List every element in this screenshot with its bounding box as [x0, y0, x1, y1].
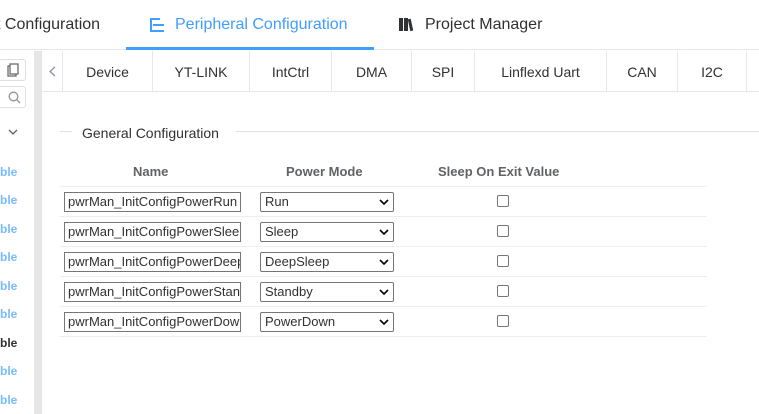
fieldset-border [60, 131, 72, 132]
sidebar-copy-button[interactable] [0, 59, 26, 81]
tab-project-manager-label: Project Manager [425, 16, 543, 33]
power-mode-value: DeepSleep [265, 254, 330, 269]
search-icon [8, 91, 21, 104]
sleep-on-exit-checkbox[interactable] [497, 315, 509, 327]
sidebar-item[interactable]: ble [0, 222, 17, 236]
tab-peripheral-configuration-label: Peripheral Configuration [175, 16, 348, 33]
chevron-down-icon [379, 199, 389, 206]
power-mode-value: PowerDown [265, 314, 336, 329]
tab-dma[interactable]: DMA [331, 51, 411, 92]
sleep-on-exit-checkbox[interactable] [497, 225, 509, 237]
chevron-down-icon [379, 229, 389, 236]
column-header-sleep-on-exit: Sleep On Exit Value [438, 164, 560, 179]
tab-i2c[interactable]: I2C [677, 51, 747, 92]
sidebar-search-input[interactable] [0, 86, 26, 108]
name-input[interactable]: pwrMan_InitConfigPowerDeepSleep [64, 252, 241, 272]
column-header-name: Name [133, 164, 169, 179]
sidebar-item[interactable]: ble [0, 165, 17, 179]
power-mode-value: Standby [265, 284, 313, 299]
row-divider [60, 216, 707, 217]
fieldset-border [236, 131, 759, 132]
chevron-down-icon [379, 289, 389, 296]
row-divider [60, 246, 707, 247]
sidebar-item-selected[interactable]: ble [0, 336, 17, 350]
tab-configuration[interactable]: t Configuration [0, 0, 100, 50]
sidebar-item[interactable]: ble [0, 193, 17, 207]
row-divider [60, 276, 707, 277]
tab-spi[interactable]: SPI [411, 51, 474, 92]
tab-can[interactable]: CAN [606, 51, 677, 92]
row-divider [60, 186, 707, 187]
sleep-on-exit-checkbox[interactable] [497, 285, 509, 297]
tab-intctrl[interactable]: IntCtrl [249, 51, 331, 92]
power-mode-value: Sleep [265, 224, 299, 239]
tab-peripheral-configuration[interactable]: Peripheral Configuration [148, 0, 348, 50]
sidebar-item[interactable]: ble [0, 279, 17, 293]
sidebar-scrollbar[interactable] [34, 51, 42, 414]
name-input[interactable]: pwrMan_InitConfigPowerRun [64, 192, 241, 212]
sidebar-item[interactable]: ble [0, 364, 17, 378]
copy-icon [7, 63, 19, 77]
power-mode-select[interactable]: DeepSleep [260, 252, 394, 272]
name-input[interactable]: pwrMan_InitConfigPowerStandby [64, 282, 241, 302]
sidebar-item[interactable]: ble [0, 307, 17, 321]
tab-project-manager[interactable]: Project Manager [398, 0, 542, 50]
sidebar: ble ble ble ble ble ble ble ble ble [0, 51, 34, 414]
tabs-prev-arrow-icon[interactable] [42, 51, 62, 92]
power-mode-value: Run [265, 194, 289, 209]
power-mode-select[interactable]: Standby [260, 282, 394, 302]
tab-device[interactable]: Device [62, 51, 152, 92]
tab-linflexd-uart[interactable]: Linflexd Uart [474, 51, 606, 92]
peripheral-config-icon [148, 16, 166, 34]
active-tab-indicator [126, 47, 374, 50]
tab-yt-link[interactable]: YT-LINK [152, 51, 249, 92]
power-mode-select[interactable]: Run [260, 192, 394, 212]
sidebar-item[interactable]: ble [0, 250, 17, 264]
power-mode-select[interactable]: PowerDown [260, 312, 394, 332]
name-input[interactable]: pwrMan_InitConfigPowerSleep [64, 222, 241, 242]
chevron-down-icon [379, 259, 389, 266]
sleep-on-exit-checkbox[interactable] [497, 195, 509, 207]
project-manager-icon [398, 16, 416, 34]
sleep-on-exit-checkbox[interactable] [497, 255, 509, 267]
chevron-down-icon[interactable] [8, 128, 18, 136]
name-input[interactable]: pwrMan_InitConfigPowerDown [64, 312, 241, 332]
tab-configuration-label: t Configuration [0, 16, 101, 33]
sidebar-item[interactable]: ble [0, 393, 17, 407]
peripheral-tabs: Device YT-LINK IntCtrl DMA SPI Linflexd … [42, 51, 759, 92]
row-divider [60, 306, 707, 307]
row-divider [60, 336, 707, 337]
top-navigation: t Configuration Peripheral Configuration… [0, 0, 759, 50]
column-header-power-mode: Power Mode [286, 164, 363, 179]
power-mode-select[interactable]: Sleep [260, 222, 394, 242]
section-legend: General Configuration [82, 125, 219, 141]
chevron-down-icon [379, 319, 389, 326]
